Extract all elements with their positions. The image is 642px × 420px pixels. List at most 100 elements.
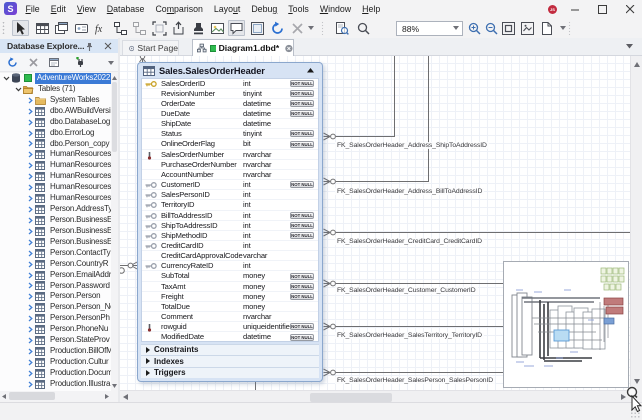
column-row-totaldue[interactable]: TotalDuemoney: [142, 302, 318, 312]
tree-item-adventureworks2022[interactable]: AdventureWorks2022: [0, 73, 111, 84]
chevron-right-icon[interactable]: [26, 272, 35, 279]
section-expand-icon[interactable]: [146, 358, 150, 364]
print-preview-icon[interactable]: [333, 20, 350, 36]
relation-label[interactable]: FK_SalesOrderHeader_Customer_CustomerID: [335, 287, 478, 294]
section-expand-icon[interactable]: [146, 370, 150, 376]
tree-item-person-personph[interactable]: Person.PersonPh: [0, 313, 111, 324]
comment-icon[interactable]: [228, 20, 245, 36]
new-procedure-icon[interactable]: fx: [92, 20, 109, 36]
menu-file[interactable]: File: [20, 4, 45, 14]
chevron-right-icon[interactable]: [26, 304, 35, 311]
menu-comparison[interactable]: Comparison: [150, 4, 208, 14]
relation-label[interactable]: FK_SalesOrderHeader_SalesTerritory_Terri…: [335, 332, 484, 339]
chevron-right-icon[interactable]: [26, 151, 35, 158]
column-row-freight[interactable]: FreightmoneyNOT NULL: [142, 292, 318, 302]
chevron-down-icon[interactable]: [2, 76, 11, 81]
chevron-right-icon[interactable]: [26, 239, 35, 246]
close-button[interactable]: [617, 0, 642, 18]
zoom-level-combo[interactable]: 88%: [396, 21, 463, 36]
column-row-salesorderid[interactable]: SalesOrderIDintNOT NULL: [142, 79, 318, 89]
tab-list-caret-icon[interactable]: [626, 44, 633, 49]
column-row-creditcardid[interactable]: CreditCardIDint: [142, 241, 318, 251]
chevron-right-icon[interactable]: [26, 195, 35, 202]
tree-item-person-contactty[interactable]: Person.ContactTy: [0, 248, 111, 259]
chevron-down-icon[interactable]: [14, 87, 23, 92]
menu-window[interactable]: Window: [314, 4, 356, 14]
new-virtual-relation-icon[interactable]: [131, 20, 148, 36]
chevron-right-icon[interactable]: [26, 348, 35, 355]
column-row-currencyrateid[interactable]: CurrencyRateIDint: [142, 261, 318, 271]
chevron-right-icon[interactable]: [26, 173, 35, 180]
minimap-overlay[interactable]: [503, 261, 629, 388]
tree-item-person-person-ne[interactable]: Person.Person_Ne: [0, 302, 111, 313]
column-row-customerid[interactable]: CustomerIDintNOT NULL: [142, 180, 318, 190]
relation-label[interactable]: FK_SalesOrderHeader_SalesPerson_SalesPer…: [335, 377, 495, 384]
stamp-icon[interactable]: [190, 20, 207, 36]
column-row-creditcardapprovalcode[interactable]: CreditCardApprovalCodevarchar: [142, 251, 318, 261]
column-row-accountnumber[interactable]: AccountNumbernvarchar: [142, 170, 318, 180]
new-view-icon[interactable]: [53, 20, 70, 36]
column-row-salespersonid[interactable]: SalesPersonIDint: [142, 190, 318, 200]
menu-help[interactable]: Help: [357, 4, 386, 14]
tree-item-humanresources[interactable]: HumanResources: [0, 171, 111, 182]
select-tool-icon[interactable]: [12, 20, 29, 36]
tree-item-production-cultur[interactable]: Production.Cultur: [0, 357, 111, 368]
entity-salesorderheader[interactable]: Sales.SalesOrderHeader SalesOrderIDintNO…: [137, 62, 323, 382]
minimize-button[interactable]: [562, 0, 588, 18]
tree-item-production-billofm[interactable]: Production.BillOfM: [0, 346, 111, 357]
tree-item-person-addressty[interactable]: Person.AddressTy: [0, 204, 111, 215]
explorer-toolbar-caret-icon[interactable]: [103, 55, 118, 70]
section-expand-icon[interactable]: [146, 347, 150, 353]
zoom-in-icon[interactable]: [466, 20, 483, 36]
column-row-onlineorderflag[interactable]: OnlineOrderFlagbitNOT NULL: [142, 139, 318, 149]
canvas-vertical-scrollbar[interactable]: [630, 56, 642, 390]
properties-window-icon[interactable]: [47, 55, 62, 70]
chevron-right-icon[interactable]: [26, 261, 35, 268]
tree-item-dbo-databaselog[interactable]: dbo.DatabaseLog: [0, 117, 111, 128]
tree-item-tables-71-[interactable]: Tables (71): [0, 84, 111, 95]
section-triggers[interactable]: Triggers: [141, 367, 319, 379]
entity-header[interactable]: Sales.SalesOrderHeader: [140, 64, 320, 78]
zoom-caret-icon[interactable]: [558, 20, 568, 36]
tree-item-person-businesse[interactable]: Person.BusinessE: [0, 226, 111, 237]
tree-item-person-phonenu[interactable]: Person.PhoneNu: [0, 324, 111, 335]
menu-view[interactable]: View: [71, 4, 101, 14]
chevron-right-icon[interactable]: [26, 97, 35, 104]
column-row-purchaseordernumber[interactable]: PurchaseOrderNumbernvarchar: [142, 160, 318, 170]
chevron-right-icon[interactable]: [26, 370, 35, 377]
chevron-right-icon[interactable]: [26, 359, 35, 366]
chevron-right-icon[interactable]: [26, 184, 35, 191]
tree-item-production-docum[interactable]: Production.Docum: [0, 368, 111, 379]
diagram-canvas[interactable]: Sales.SalesOrderHeader SalesOrderIDintNO…: [120, 56, 630, 390]
fit-selection-icon[interactable]: [519, 20, 536, 36]
tree-item-humanresources[interactable]: HumanResources: [0, 160, 111, 171]
explorer-close-icon[interactable]: [104, 42, 112, 50]
tree-item-person-password[interactable]: Person.Password: [0, 281, 111, 292]
relation-label[interactable]: FK_SalesOrderHeader_Address_ShipToAddres…: [335, 142, 489, 149]
tree-item-system-tables[interactable]: System Tables: [0, 95, 111, 106]
toolbar-grip[interactable]: [2, 21, 5, 35]
export-icon[interactable]: [170, 20, 187, 36]
chevron-right-icon[interactable]: [26, 217, 35, 224]
column-row-revisionnumber[interactable]: RevisionNumbertinyintNOT NULL: [142, 89, 318, 99]
zoom-out-icon[interactable]: [483, 20, 500, 36]
menu-layout[interactable]: Layout: [208, 4, 245, 14]
column-row-duedate[interactable]: DueDatedatetimeNOT NULL: [142, 109, 318, 119]
find-icon[interactable]: [355, 20, 372, 36]
menu-tools[interactable]: Tools: [283, 4, 315, 14]
tree-item-dbo-errorlog[interactable]: dbo.ErrorLog: [0, 128, 111, 139]
tree-item-person-person[interactable]: Person.Person: [0, 291, 111, 302]
column-row-shipdate[interactable]: ShipDatedatetime: [142, 119, 318, 129]
tree-item-person-businesse[interactable]: Person.BusinessE: [0, 215, 111, 226]
new-relation-icon[interactable]: [112, 20, 129, 36]
tree-item-dbo-person-copy[interactable]: dbo.Person_copy: [0, 139, 111, 150]
relation-label[interactable]: FK_SalesOrderHeader_Address_BillToAddres…: [335, 188, 484, 195]
menu-database[interactable]: Database: [101, 4, 150, 14]
relation-label[interactable]: FK_SalesOrderHeader_CreditCard_CreditCar…: [335, 238, 484, 245]
user-avatar[interactable]: JS: [548, 5, 557, 14]
column-row-comment[interactable]: Commentnvarchar: [142, 312, 318, 322]
entity-collapse-icon[interactable]: [307, 68, 314, 73]
new-connection-icon[interactable]: [72, 55, 87, 70]
chevron-right-icon[interactable]: [26, 326, 35, 333]
picture-frame-icon[interactable]: [249, 20, 266, 36]
